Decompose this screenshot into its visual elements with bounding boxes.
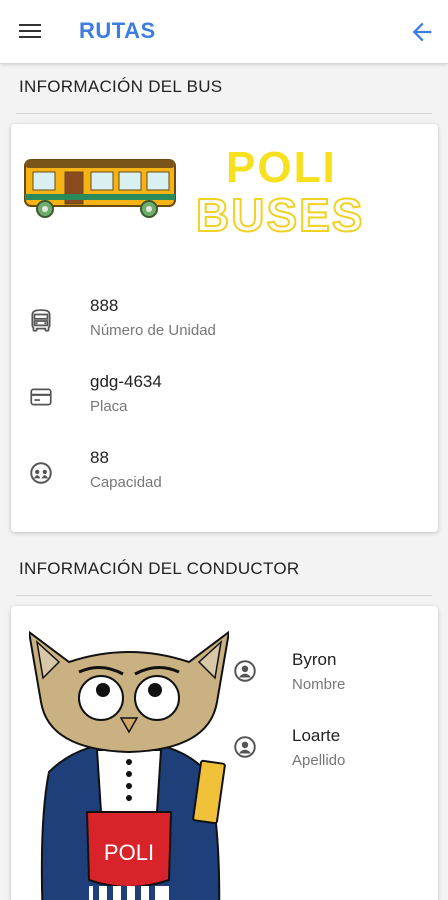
- owl-mascot: POLI: [29, 630, 229, 900]
- bus-capacity-row: 88 Capacidad: [11, 448, 438, 504]
- bus-plate-value: gdg-4634: [90, 372, 162, 391]
- bus-capacity-label: Capacidad: [90, 474, 162, 491]
- account-circle-icon: [234, 660, 256, 682]
- divider: [16, 595, 432, 596]
- driver-name-value: Byron: [292, 650, 337, 669]
- logo-text-buses: BUSES: [195, 189, 365, 241]
- driver-name-label: Nombre: [292, 676, 346, 693]
- bus-icon: [31, 309, 51, 332]
- menu-icon[interactable]: [17, 20, 43, 44]
- mascot-text: POLI: [104, 840, 154, 865]
- bus-capacity-value: 88: [90, 448, 109, 467]
- arrow-back-icon[interactable]: [408, 18, 436, 46]
- driver-name-row: Byron Nombre: [232, 650, 392, 706]
- polibuses-logo: POLI BUSES: [21, 146, 431, 256]
- bus-illustration: [24, 159, 176, 218]
- bus-unit-value: 888: [90, 296, 119, 315]
- driver-info-card: POLI Byron Nombre Loarte Apellido: [11, 606, 438, 900]
- bus-unit-row: 888 Número de Unidad: [11, 296, 438, 352]
- app-bar: RUTAS: [0, 0, 448, 64]
- divider: [16, 113, 432, 114]
- card-icon: [30, 388, 52, 406]
- logo-text-poli: POLI: [226, 143, 337, 192]
- driver-surname-value: Loarte: [292, 726, 341, 745]
- group-icon: [30, 462, 52, 484]
- bus-plate-label: Placa: [90, 398, 128, 415]
- driver-surname-label: Apellido: [292, 752, 346, 769]
- bus-unit-label: Número de Unidad: [90, 322, 216, 339]
- account-circle-icon: [234, 736, 256, 758]
- driver-surname-row: Loarte Apellido: [232, 726, 392, 782]
- bus-plate-row: gdg-4634 Placa: [11, 372, 438, 428]
- driver-section-title: INFORMACIÓN DEL CONDUCTOR: [19, 559, 300, 578]
- bus-info-card: POLI BUSES 888 Número de Unidad gdg-4634…: [11, 124, 438, 532]
- app-title: RUTAS: [79, 18, 156, 43]
- bus-section-title: INFORMACIÓN DEL BUS: [19, 77, 223, 96]
